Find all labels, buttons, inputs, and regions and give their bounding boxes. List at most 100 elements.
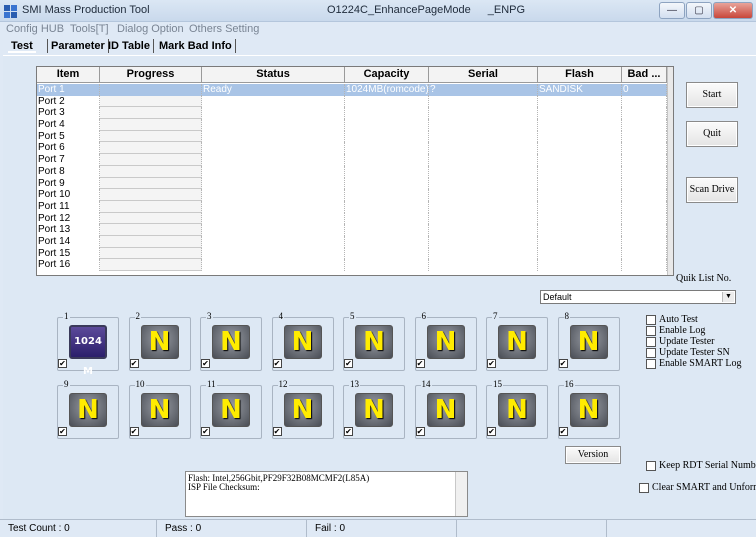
port-table[interactable]: Item Progress Status Capacity Serial Fla… bbox=[36, 66, 674, 276]
cell-progress bbox=[100, 84, 202, 96]
tab-test[interactable]: Test bbox=[8, 39, 36, 53]
slot-checkbox[interactable]: ✔ bbox=[129, 427, 139, 436]
column-header-flash[interactable]: Flash bbox=[538, 67, 622, 83]
slot-checkbox[interactable]: ✔ bbox=[487, 359, 496, 368]
port-slot[interactable]: 12 N ✔ bbox=[271, 379, 334, 440]
log-textarea[interactable]: Flash: Intel,256Gbit,PF29F32B08MCMF2(L85… bbox=[185, 471, 468, 517]
table-row[interactable]: Port 12 bbox=[37, 212, 667, 225]
table-row[interactable]: Port 7 bbox=[37, 154, 667, 166]
menu-tools[interactable]: Tools[T] bbox=[70, 23, 109, 35]
cell-capacity: 1024MB(romcode) bbox=[345, 84, 429, 96]
table-row[interactable]: Port 6 bbox=[37, 142, 667, 155]
table-row[interactable]: Port 10 bbox=[37, 189, 667, 201]
start-button[interactable]: Start bbox=[686, 82, 738, 108]
menu-config-hub[interactable]: Config HUB bbox=[6, 23, 64, 35]
table-row[interactable]: Port 13 bbox=[37, 224, 667, 236]
port-slot[interactable]: 14 N ✔ bbox=[414, 379, 477, 440]
port-slot[interactable]: 7 N ✔ bbox=[486, 311, 548, 372]
keep-rdt-checkbox[interactable] bbox=[646, 461, 656, 471]
slot-checkbox[interactable]: ✔ bbox=[201, 359, 210, 368]
slot-checkbox[interactable]: ✔ bbox=[344, 427, 353, 436]
tab-parameter[interactable]: Parameter bbox=[47, 39, 109, 53]
table-scrollbar[interactable] bbox=[667, 67, 673, 275]
port-slot[interactable]: 16 N ✔ bbox=[557, 379, 620, 440]
slot-checkbox[interactable]: ✔ bbox=[58, 427, 67, 436]
column-header-capacity[interactable]: Capacity bbox=[345, 67, 429, 83]
menu-dialog-option[interactable]: Dialog Option bbox=[117, 23, 184, 35]
scan-drive-button[interactable]: Scan Drive bbox=[686, 177, 738, 203]
slot-number: 10 bbox=[134, 379, 146, 389]
table-row[interactable]: Port 8 bbox=[37, 165, 667, 178]
slot-checkbox[interactable]: ✔ bbox=[558, 427, 568, 436]
port-slot[interactable]: 2 N ✔ bbox=[128, 311, 191, 372]
slot-number: 1 bbox=[63, 311, 70, 321]
column-header-item[interactable]: Item bbox=[37, 67, 100, 83]
slot-checkbox[interactable]: ✔ bbox=[272, 427, 282, 436]
clear-smart-checkbox[interactable] bbox=[639, 483, 649, 493]
port-slot[interactable]: 1 1024 M ✔ bbox=[57, 311, 119, 377]
slot-checkbox[interactable]: ✔ bbox=[344, 359, 353, 368]
enable-log-checkbox[interactable] bbox=[646, 326, 656, 336]
tab-id-table[interactable]: ID Table bbox=[105, 39, 154, 53]
tab-mark-bad-info[interactable]: Mark Bad Info bbox=[156, 39, 236, 53]
minimize-button[interactable]: — bbox=[659, 2, 685, 19]
update-tester-sn-checkbox[interactable] bbox=[646, 348, 656, 358]
cell-flash bbox=[538, 119, 622, 131]
cell-status bbox=[202, 235, 345, 248]
port-slot[interactable]: 5 N ✔ bbox=[343, 311, 405, 372]
slot-checkbox[interactable]: ✔ bbox=[415, 427, 425, 436]
quit-button[interactable]: Quit bbox=[686, 121, 738, 147]
slot-checkbox[interactable]: ✔ bbox=[272, 359, 282, 368]
cell-capacity bbox=[345, 259, 429, 271]
table-row[interactable]: Port 14 bbox=[37, 235, 667, 248]
port-slot[interactable]: 4 N ✔ bbox=[271, 311, 334, 372]
slot-checkbox[interactable]: ✔ bbox=[58, 359, 67, 368]
cell-progress bbox=[100, 259, 202, 271]
port-slot[interactable]: 11 N ✔ bbox=[200, 379, 262, 440]
enable-smart-log-checkbox[interactable] bbox=[646, 359, 656, 369]
chevron-down-icon[interactable]: ▼ bbox=[722, 292, 734, 302]
maximize-button[interactable]: ▢ bbox=[686, 2, 712, 19]
table-row[interactable]: Port 15 bbox=[37, 247, 667, 260]
version-button[interactable]: Version bbox=[565, 446, 621, 464]
cell-bad bbox=[622, 235, 667, 248]
port-slot[interactable]: 9 N ✔ bbox=[57, 379, 119, 440]
quick-list-select[interactable]: Default ▼ bbox=[540, 290, 736, 304]
cell-flash bbox=[538, 247, 622, 260]
slot-checkbox[interactable]: ✔ bbox=[201, 427, 210, 436]
auto-test-checkbox[interactable] bbox=[646, 315, 656, 325]
no-device-icon: N bbox=[355, 325, 393, 359]
cell-item: Port 15 bbox=[37, 247, 100, 260]
port-slot[interactable]: 15 N ✔ bbox=[486, 379, 548, 440]
cell-flash bbox=[538, 189, 622, 201]
cell-item: Port 5 bbox=[37, 130, 100, 143]
slot-checkbox[interactable]: ✔ bbox=[129, 359, 139, 368]
slot-number: 15 bbox=[492, 379, 503, 389]
menu-others-setting[interactable]: Others Setting bbox=[189, 23, 259, 35]
port-slot[interactable]: 10 N ✔ bbox=[128, 379, 191, 440]
port-slot[interactable]: 3 N ✔ bbox=[200, 311, 262, 372]
column-header-status[interactable]: Status bbox=[202, 67, 345, 83]
table-row[interactable]: Port 11 bbox=[37, 200, 667, 213]
column-header-bad[interactable]: Bad ... bbox=[622, 67, 667, 83]
slot-checkbox[interactable]: ✔ bbox=[487, 427, 496, 436]
table-row[interactable]: Port 3 bbox=[37, 107, 667, 120]
table-row[interactable]: Port 5 bbox=[37, 130, 667, 143]
slot-checkbox[interactable]: ✔ bbox=[415, 359, 425, 368]
cell-progress bbox=[100, 200, 202, 213]
column-header-progress[interactable]: Progress bbox=[100, 67, 202, 83]
port-slot[interactable]: 6 N ✔ bbox=[414, 311, 477, 372]
port-slot[interactable]: 13 N ✔ bbox=[343, 379, 405, 440]
slot-number: 14 bbox=[420, 379, 432, 389]
table-row[interactable]: Port 1 Ready 1024MB(romcode)? SANDISK 0 bbox=[37, 84, 667, 96]
table-row[interactable]: Port 16 bbox=[37, 259, 667, 271]
close-button[interactable]: ✕ bbox=[713, 2, 753, 19]
port-slot[interactable]: 8 N ✔ bbox=[557, 311, 620, 372]
log-scrollbar[interactable] bbox=[455, 472, 467, 516]
slot-checkbox[interactable]: ✔ bbox=[558, 359, 568, 368]
update-tester-checkbox[interactable] bbox=[646, 337, 656, 347]
table-row[interactable]: Port 2 bbox=[37, 95, 667, 108]
column-header-serial[interactable]: Serial bbox=[429, 67, 538, 83]
table-row[interactable]: Port 4 bbox=[37, 119, 667, 131]
table-row[interactable]: Port 9 bbox=[37, 177, 667, 190]
